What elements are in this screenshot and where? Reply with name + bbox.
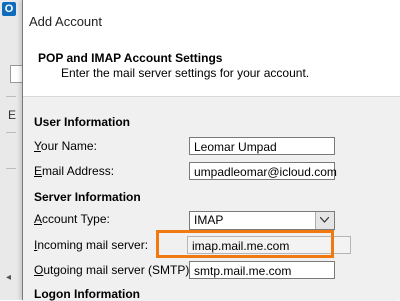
- background-arrow-icon: ◂: [6, 272, 12, 283]
- dialog-header: POP and IMAP Account Settings Enter the …: [23, 36, 400, 97]
- section-logon-information: Logon Information: [34, 287, 140, 301]
- section-user-information: User Information: [34, 115, 131, 129]
- background-label: E: [8, 108, 17, 122]
- header-subtitle: Enter the mail server settings for your …: [61, 66, 310, 80]
- background-divider: [6, 132, 16, 133]
- outlook-app-icon: O: [2, 2, 16, 16]
- dropdown-button[interactable]: [315, 212, 334, 229]
- annotation-highlight-box: [156, 230, 334, 258]
- account-type-select[interactable]: IMAP: [189, 211, 335, 230]
- header-title: POP and IMAP Account Settings: [38, 51, 223, 65]
- account-type-label: Account Type:: [34, 212, 110, 226]
- dialog-titlebar[interactable]: Add Account: [23, 0, 400, 36]
- background-divider: [6, 168, 16, 169]
- incoming-mail-server-label: Incoming mail server:: [34, 238, 149, 252]
- your-name-label: Your Name:: [34, 139, 97, 153]
- dialog-body: User Information Your Name: Leomar Umpad…: [23, 97, 400, 301]
- chevron-down-icon: [320, 217, 329, 223]
- outgoing-mail-server-field[interactable]: smtp.mail.me.com: [189, 261, 335, 279]
- background-left-pane: [0, 0, 23, 300]
- dialog-title: Add Account: [29, 14, 102, 29]
- outgoing-mail-server-label: Outgoing mail server (SMTP):: [34, 263, 193, 277]
- account-type-value: IMAP: [194, 213, 224, 227]
- email-address-field[interactable]: umpadleomar@icloud.com: [189, 162, 337, 180]
- email-address-label: Email Address:: [34, 164, 115, 178]
- section-server-information: Server Information: [34, 190, 141, 204]
- background-divider: [6, 96, 16, 97]
- your-name-field[interactable]: Leomar Umpad: [189, 137, 335, 155]
